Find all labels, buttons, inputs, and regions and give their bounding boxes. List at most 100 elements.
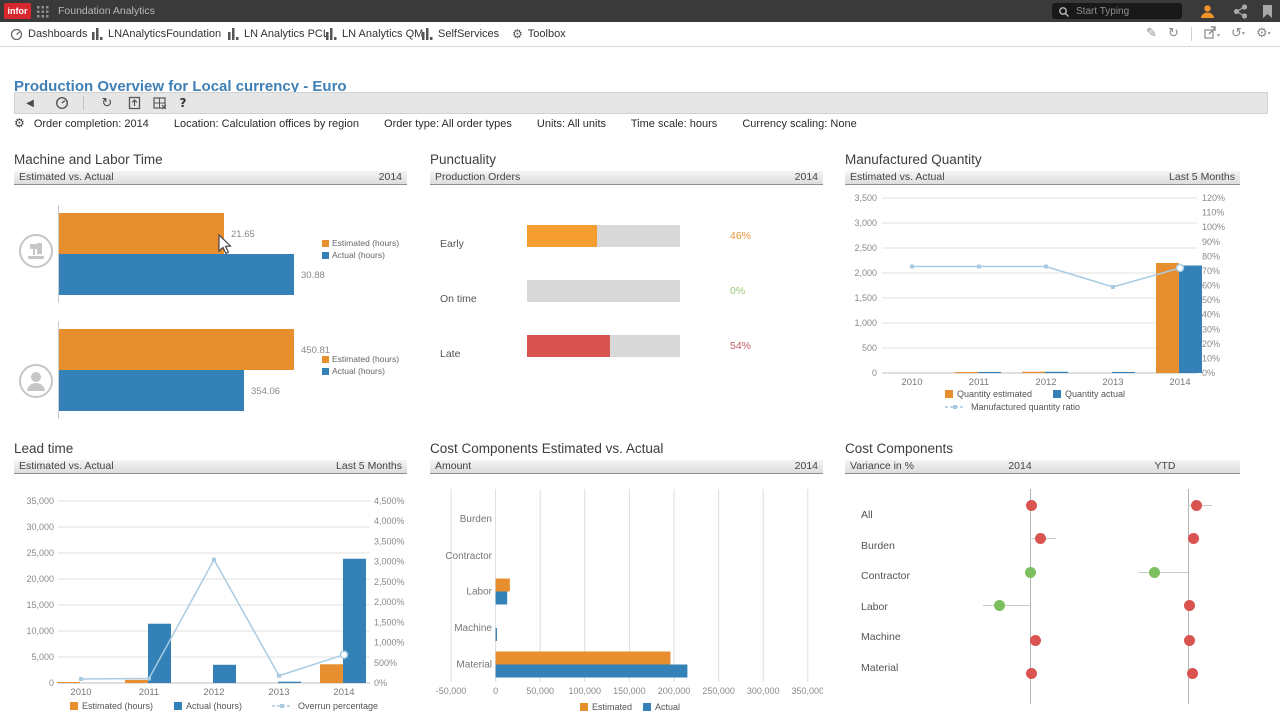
- combo-chart-svg: 3,5003,0002,5002,0001,5001,0005000120%11…: [845, 185, 1240, 422]
- user-icon[interactable]: [1200, 4, 1215, 19]
- settings-menu-button[interactable]: ⚙▾: [1256, 26, 1271, 42]
- divider: [83, 96, 84, 110]
- nav-item-selfservices[interactable]: SelfServices: [422, 22, 499, 46]
- app-menu-icon[interactable]: [37, 6, 49, 18]
- axis-label: 2010: [901, 377, 922, 388]
- search-input[interactable]: [1074, 4, 1178, 19]
- filter-units[interactable]: Units: All units: [537, 118, 606, 130]
- filter-order-completion[interactable]: Order completion: 2014: [34, 118, 149, 130]
- bar-actual[interactable]: [1112, 372, 1135, 373]
- variance-dot[interactable]: [1187, 668, 1198, 679]
- nav-item-dashboards[interactable]: Dashboards: [10, 22, 87, 46]
- export-menu-button[interactable]: ▾: [1204, 26, 1220, 44]
- variance-dot[interactable]: [1184, 600, 1195, 611]
- bar-estimated[interactable]: [320, 664, 343, 683]
- variance-dot[interactable]: [994, 600, 1005, 611]
- filter-order-type[interactable]: Order type: All order types: [384, 118, 512, 130]
- punctuality-fill: [527, 335, 610, 357]
- refresh-button[interactable]: ↻: [99, 93, 115, 113]
- refresh-button[interactable]: ↻: [1168, 26, 1179, 42]
- variance-dot[interactable]: [1030, 635, 1041, 646]
- edit-button[interactable]: ✎: [1146, 26, 1157, 42]
- bar-actual[interactable]: [213, 665, 236, 683]
- punctuality-pct: 0%: [730, 285, 770, 297]
- cost-components-amount-chart[interactable]: -50,000050,000100,000150,000200,000250,0…: [430, 474, 823, 719]
- report-toolbar: ◀ ↻ ?: [14, 92, 1268, 114]
- column-header-ytd: YTD: [1145, 460, 1185, 473]
- bar-actual[interactable]: [59, 370, 244, 411]
- filter-gear-icon[interactable]: ⚙: [14, 116, 25, 130]
- nav-item-ln-analytics-pcl[interactable]: LN Analytics PCL: [228, 22, 329, 46]
- bookmark-icon[interactable]: [1262, 4, 1273, 19]
- axis-label: 1,500: [854, 293, 877, 303]
- legend-item: Actual (hours): [322, 366, 385, 376]
- bar-actual[interactable]: [1179, 266, 1202, 374]
- line-marker-current: [1177, 265, 1184, 272]
- back-button[interactable]: ◀: [23, 93, 37, 113]
- bar-estimated[interactable]: [496, 579, 510, 592]
- dashboard-icon: [55, 96, 69, 110]
- punctuality-track[interactable]: [527, 280, 680, 302]
- legend-line-marker: [280, 704, 284, 708]
- bar-estimated[interactable]: [59, 329, 294, 370]
- variance-dot[interactable]: [1184, 635, 1195, 646]
- history-menu-button[interactable]: ↺▾: [1231, 26, 1245, 42]
- line-marker: [147, 677, 151, 681]
- filter-currency-scaling[interactable]: Currency scaling: None: [742, 118, 856, 130]
- nav-bar: Dashboards LNAnalyticsFoundation LN Anal…: [0, 22, 1280, 47]
- variance-dot[interactable]: [1035, 533, 1046, 544]
- filter-time-scale[interactable]: Time scale: hours: [631, 118, 717, 130]
- punctuality-track[interactable]: [527, 225, 680, 247]
- punctuality-chart[interactable]: Early46%On time0%Late54%: [430, 185, 823, 424]
- bar-estimated[interactable]: [125, 680, 148, 683]
- punctuality-track[interactable]: [527, 335, 680, 357]
- variance-dot[interactable]: [1026, 668, 1037, 679]
- bar-actual[interactable]: [343, 559, 366, 683]
- search-box[interactable]: [1052, 3, 1182, 19]
- column-header-2014: 2014: [1000, 460, 1040, 473]
- variance-dot[interactable]: [1188, 533, 1199, 544]
- bar-actual[interactable]: [1045, 372, 1068, 373]
- excel-grid-icon: [153, 97, 167, 110]
- legend-swatch: [580, 703, 588, 711]
- filter-location[interactable]: Location: Calculation offices by region: [174, 118, 359, 130]
- legend-swatch: [322, 240, 329, 247]
- axis-label: 3,500: [854, 193, 877, 203]
- machine-labor-chart[interactable]: 21.6530.88Estimated (hours)Actual (hours…: [14, 185, 407, 424]
- nav-item-toolbox[interactable]: ⚙ Toolbox: [512, 22, 566, 46]
- nav-item-ln-analytics-qm[interactable]: LN Analytics QM: [326, 22, 423, 46]
- bar-estimated[interactable]: [59, 213, 224, 254]
- export-excel-button[interactable]: [151, 93, 169, 113]
- lead-time-chart[interactable]: 35,00030,00025,00020,00015,00010,0005,00…: [14, 474, 407, 719]
- bar-actual[interactable]: [496, 665, 688, 678]
- variance-dot[interactable]: [1026, 500, 1037, 511]
- infor-logo[interactable]: infor: [4, 3, 31, 19]
- bar-estimated[interactable]: [955, 372, 978, 373]
- nav-item-lnanalyticsfoundation[interactable]: LNAnalyticsFoundation: [92, 22, 221, 46]
- dashboard-home-button[interactable]: [53, 93, 71, 113]
- gear-icon: ⚙: [512, 27, 523, 41]
- variance-dot[interactable]: [1149, 567, 1160, 578]
- bar-estimated[interactable]: [57, 682, 80, 683]
- row-label: All: [861, 509, 873, 521]
- axis-label: 2012: [203, 687, 224, 698]
- bar-actual[interactable]: [278, 682, 301, 683]
- variance-dot[interactable]: [1191, 500, 1202, 511]
- manufactured-quantity-chart[interactable]: 3,5003,0002,5002,0001,5001,0005000120%11…: [845, 185, 1240, 424]
- axis-label: 2,000: [854, 268, 877, 278]
- export-document-button[interactable]: [125, 93, 143, 113]
- share-icon[interactable]: [1233, 4, 1248, 19]
- bar-estimated[interactable]: [1022, 372, 1045, 373]
- bar-actual[interactable]: [59, 254, 294, 295]
- variance-dot[interactable]: [1025, 567, 1036, 578]
- cost-components-variance-chart[interactable]: AllBurdenContractorLaborMachineMaterial: [845, 474, 1240, 719]
- bar-estimated[interactable]: [1156, 263, 1179, 373]
- legend-swatch: [1053, 390, 1061, 398]
- bar-actual[interactable]: [496, 628, 497, 641]
- axis-label: Burden: [460, 514, 492, 525]
- bar-actual[interactable]: [978, 372, 1001, 373]
- bar-estimated[interactable]: [496, 652, 671, 665]
- bar-actual[interactable]: [496, 592, 508, 605]
- help-button[interactable]: ?: [177, 93, 189, 113]
- panel-title: Manufactured Quantity: [845, 152, 1240, 169]
